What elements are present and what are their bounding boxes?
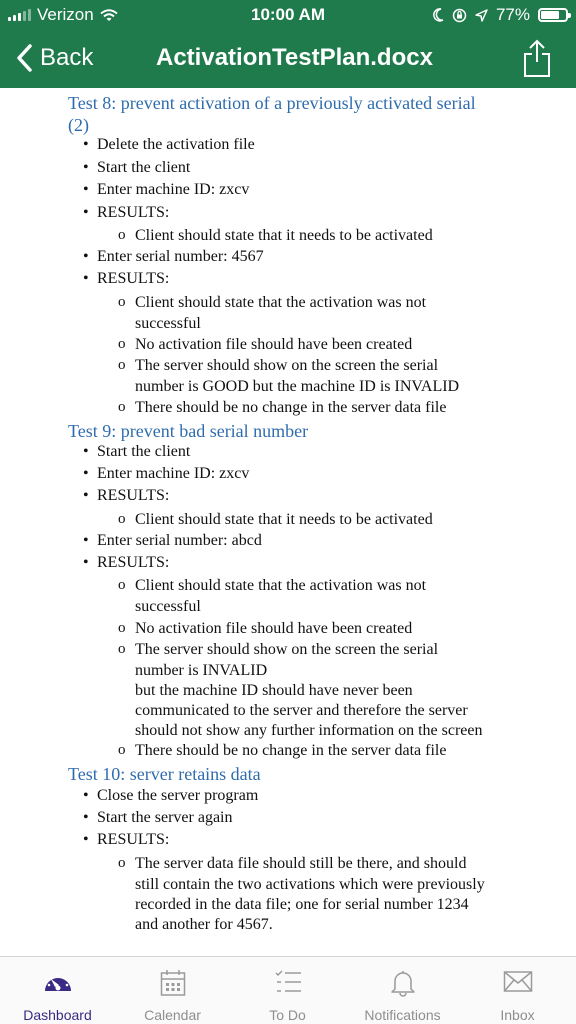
list-item: Start the client <box>83 442 190 462</box>
list-item: Close the server program <box>83 786 258 806</box>
sub-list-item: o The server data file should still be th… <box>118 855 467 872</box>
rotation-lock-icon <box>452 8 467 22</box>
tab-todo[interactable]: To Do <box>230 957 345 1024</box>
chevron-left-icon <box>17 44 32 72</box>
tab-label: Dashboard <box>23 1007 92 1023</box>
sub-list-item-cont: successful <box>135 315 201 332</box>
location-icon <box>475 8 488 22</box>
tab-label: Calendar <box>144 1007 201 1023</box>
list-item: RESULTS: <box>83 203 169 223</box>
header-bar: Verizon 10:00 AM 77% Back ActivationTest… <box>0 0 576 88</box>
list-item: Delete the activation file <box>83 135 255 155</box>
dashboard-gauge-icon <box>0 969 115 999</box>
document-title: ActivationTestPlan.docx <box>156 44 433 71</box>
sub-list-item: o Client should state that the activation… <box>118 577 427 594</box>
sub-list-item-cont: number is GOOD but the machine ID is INV… <box>135 378 460 395</box>
todo-list-icon <box>230 969 345 999</box>
moon-icon <box>433 8 444 22</box>
test9-heading: Test 9: prevent bad serial number <box>68 421 309 441</box>
tab-notifications[interactable]: Notifications <box>345 957 460 1024</box>
sub-list-item-cont: should not show any further information … <box>135 722 483 739</box>
test8-heading-cont: (2) <box>68 115 89 135</box>
battery-percent: 77% <box>495 5 530 24</box>
share-button[interactable] <box>522 38 552 78</box>
tab-bar: Dashboard Calendar To Do Notifications I… <box>0 956 576 1024</box>
sub-list-item-cont: still contain the two activations which … <box>135 876 485 893</box>
status-right: 77% <box>432 5 571 25</box>
tab-label: Notifications <box>364 1007 441 1023</box>
sub-list-item: o Client should state that the activation… <box>118 294 427 311</box>
share-icon <box>524 39 550 77</box>
list-item: Start the server again <box>83 808 232 828</box>
sub-list-item: o The server should show on the screen th… <box>118 641 439 658</box>
document-content[interactable]: Test 8: prevent activation of a previous… <box>0 88 576 956</box>
sub-list-item: o There should be no change in the server… <box>118 399 447 416</box>
list-item: RESULTS: <box>83 553 169 573</box>
sub-list-item: o The server should show on the screen th… <box>118 357 439 374</box>
bell-icon <box>345 969 460 999</box>
battery-icon <box>538 8 571 22</box>
envelope-icon <box>460 969 575 999</box>
list-item: Enter machine ID: zxcv <box>83 464 249 484</box>
sub-list-item-cont: and another for 4567. <box>135 916 273 933</box>
list-item: Enter serial number: 4567 <box>83 247 264 267</box>
list-item: Enter serial number: abcd <box>83 531 262 551</box>
sub-list-item: o Client should state that it needs to be… <box>118 511 433 528</box>
sub-list-item: o No activation file should have been cre… <box>118 336 413 353</box>
list-item: RESULTS: <box>83 269 169 289</box>
sub-list-item-cont: successful <box>135 598 201 615</box>
calendar-icon <box>115 969 230 999</box>
back-label: Back <box>40 44 94 71</box>
sub-list-item: o There should be no change in the server… <box>118 742 447 759</box>
status-bar: Verizon 10:00 AM 77% <box>0 0 576 30</box>
list-item: Enter machine ID: zxcv <box>83 180 249 200</box>
list-item: RESULTS: <box>83 830 169 850</box>
sub-list-item-cont: recorded in the data file; one for seria… <box>135 896 469 913</box>
test10-heading: Test 10: server retains data <box>68 764 261 784</box>
tab-label: Inbox <box>500 1007 535 1023</box>
tab-dashboard[interactable]: Dashboard <box>0 957 115 1024</box>
list-item: RESULTS: <box>83 486 169 506</box>
tab-inbox[interactable]: Inbox <box>460 957 575 1024</box>
sub-list-item-cont: but the machine ID should have never bee… <box>135 682 413 699</box>
list-item: Start the client <box>83 158 190 178</box>
back-button[interactable]: Back <box>16 40 93 76</box>
test8-heading: Test 8: prevent activation of a previous… <box>68 93 476 113</box>
navigation-bar: Back ActivationTestPlan.docx <box>0 34 576 84</box>
sub-list-item: o No activation file should have been cre… <box>118 620 413 637</box>
sub-list-item-cont: communicated to the server and therefore… <box>135 702 468 719</box>
tab-calendar[interactable]: Calendar <box>115 957 230 1024</box>
tab-label: To Do <box>269 1007 306 1023</box>
sub-list-item: o Client should state that it needs to be… <box>118 227 433 244</box>
sub-list-item-cont: number is INVALID <box>135 662 268 679</box>
